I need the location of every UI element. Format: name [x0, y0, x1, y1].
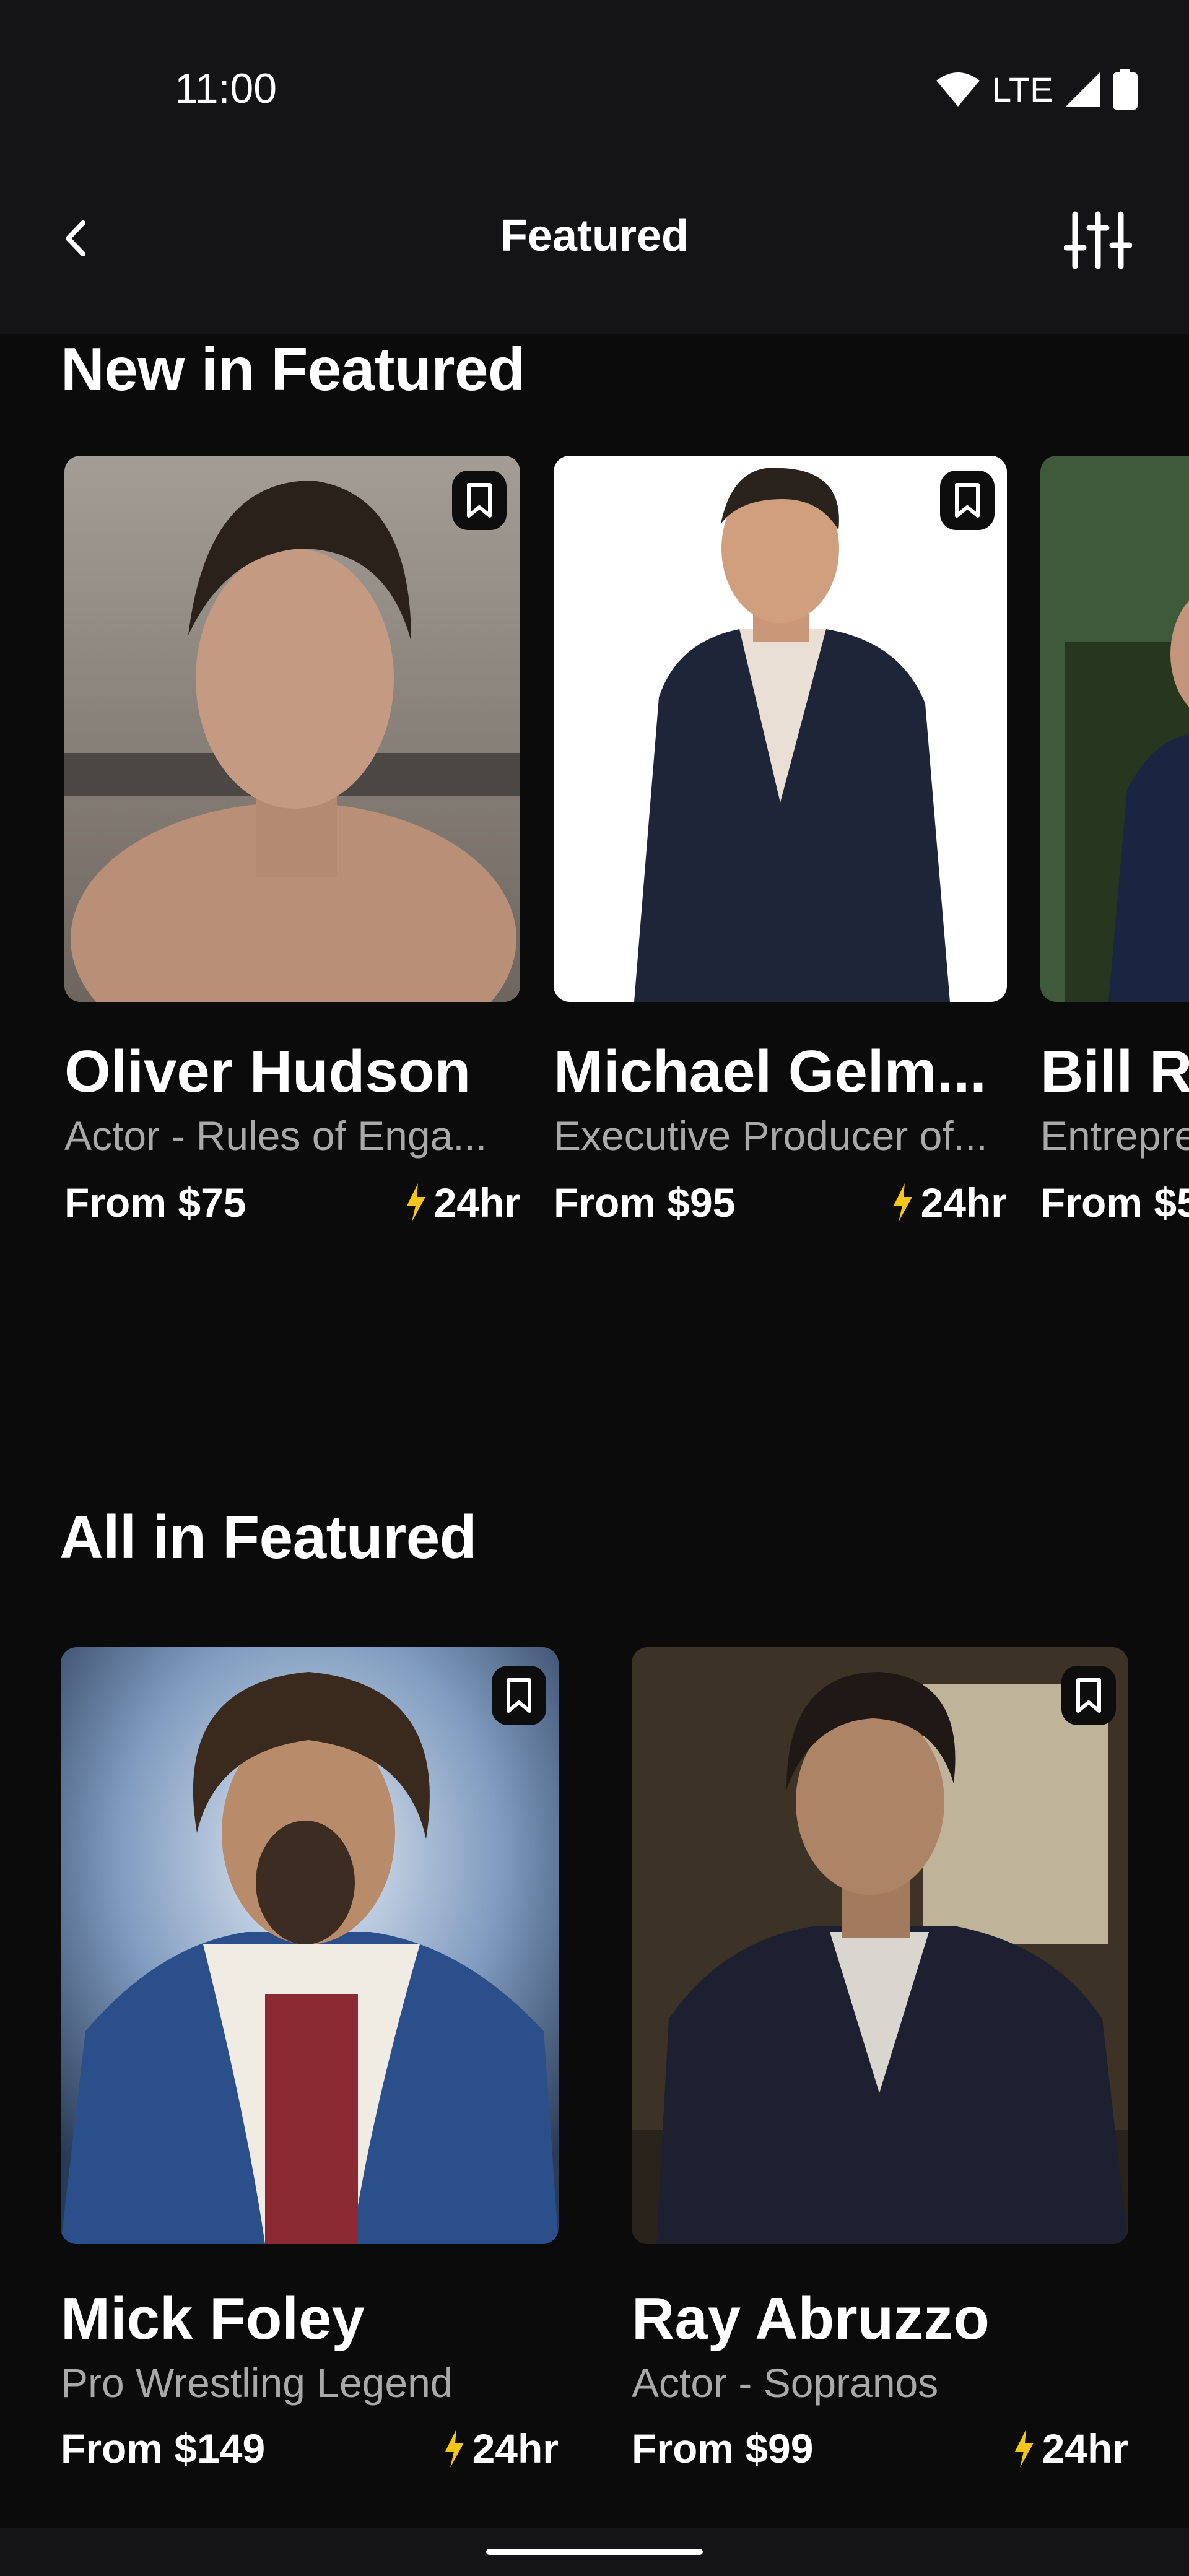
talent-photo	[1040, 456, 1189, 1002]
talent-subtitle: Executive Producer of...	[554, 1113, 988, 1159]
talent-subtitle: Actor - Sopranos	[632, 2360, 939, 2406]
talent-subtitle: Actor - Rules of Enga...	[64, 1113, 487, 1159]
bookmark-button[interactable]	[452, 471, 507, 530]
signal-icon	[1065, 72, 1100, 107]
turnaround-badge: 24hr	[1011, 2425, 1128, 2472]
bookmark-icon	[1076, 1678, 1101, 1713]
talent-photo	[554, 456, 1007, 1002]
bookmark-icon	[467, 483, 492, 518]
page-title: Featured	[500, 211, 689, 261]
talent-name: Michael Gelm...	[554, 1038, 986, 1105]
price-label: From $75	[64, 1180, 246, 1225]
bookmark-button[interactable]	[492, 1666, 546, 1725]
lightning-icon	[445, 2429, 464, 2468]
status-time: 11:00	[175, 65, 277, 112]
bookmark-icon	[507, 1678, 531, 1713]
lightning-icon	[406, 1183, 425, 1222]
turnaround-badge: 24hr	[442, 2425, 559, 2472]
talent-name: Ray Abruzzo	[632, 2286, 990, 2352]
turnaround-label: 24hr	[1042, 2426, 1128, 2471]
talent-name: Oliver Hudson	[64, 1038, 471, 1105]
talent-subtitle: Entrepre	[1040, 1113, 1189, 1159]
talent-photo	[632, 1647, 1128, 2244]
price-label: From $95	[554, 1180, 736, 1225]
turnaround-badge: 24hr	[403, 1179, 520, 1226]
talent-name: Mick Foley	[61, 2286, 365, 2352]
talent-photo	[61, 1647, 559, 2244]
lightning-icon	[1014, 2429, 1034, 2468]
turnaround-label: 24hr	[433, 1180, 520, 1225]
price-label: From $149	[61, 2426, 266, 2471]
bookmark-icon	[955, 483, 980, 518]
talent-name: Bill Ra	[1040, 1038, 1189, 1105]
talent-photo	[64, 456, 520, 1002]
wifi-icon	[936, 72, 980, 107]
filter-button[interactable]	[1063, 209, 1133, 271]
section-title-all: All in Featured	[59, 1503, 477, 1571]
talent-card[interactable]: Bill Ra Entrepre From $5	[1040, 456, 1189, 1261]
turnaround-label: 24hr	[920, 1180, 1007, 1225]
talent-subtitle: Pro Wrestling Legend	[61, 2360, 453, 2406]
section-title-new: New in Featured	[61, 335, 525, 403]
bookmark-button[interactable]	[940, 471, 995, 530]
turnaround-badge: 24hr	[890, 1179, 1007, 1226]
price-label: From $5	[1040, 1180, 1189, 1225]
talent-card[interactable]: Ray Abruzzo Actor - Sopranos From $99 24…	[632, 1647, 1128, 2502]
turnaround-label: 24hr	[472, 2426, 559, 2471]
talent-card[interactable]: Oliver Hudson Actor - Rules of Enga... F…	[64, 456, 520, 1261]
status-icons: LTE	[935, 67, 1138, 111]
talent-card[interactable]: Michael Gelm... Executive Producer of...…	[554, 456, 1007, 1261]
bookmark-button[interactable]	[1061, 1666, 1116, 1725]
battery-icon	[1112, 69, 1138, 110]
talent-card[interactable]: Mick Foley Pro Wrestling Legend From $14…	[61, 1647, 559, 2502]
home-indicator[interactable]	[486, 2549, 703, 2555]
price-label: From $99	[632, 2426, 814, 2471]
sliders-icon	[1063, 211, 1133, 269]
lightning-icon	[893, 1183, 912, 1222]
network-type: LTE	[992, 69, 1053, 109]
